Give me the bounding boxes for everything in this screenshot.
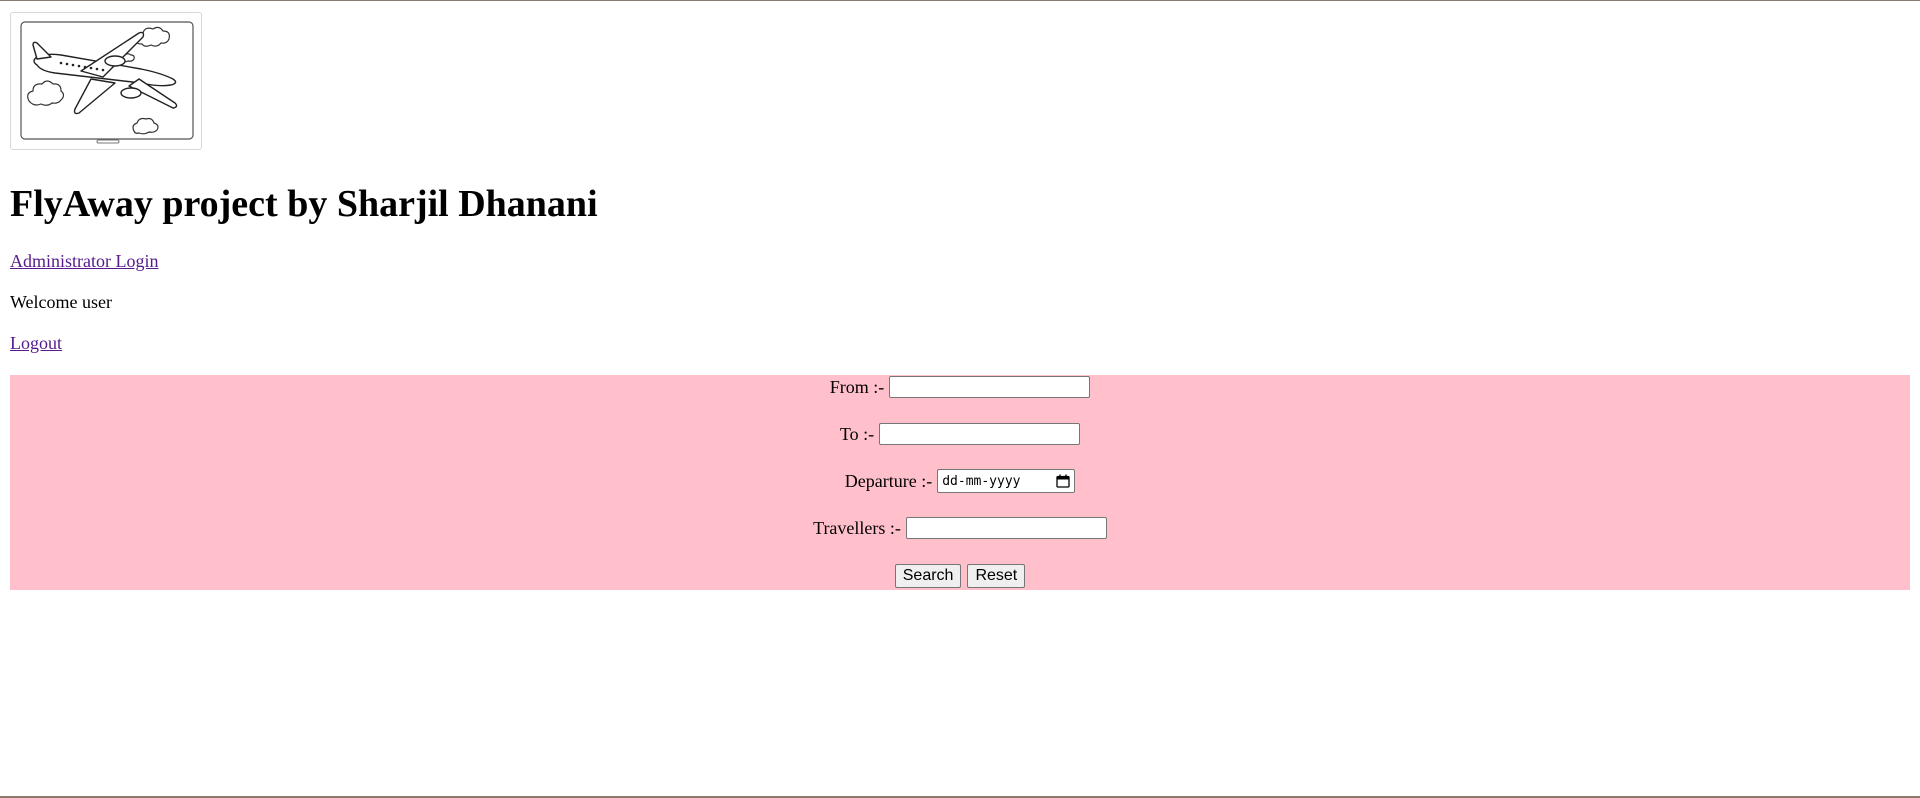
flight-search-form: From :- To :- Departure :- dd-mm-yyyy Tr…: [10, 375, 1910, 590]
reset-button[interactable]: Reset: [967, 564, 1026, 588]
to-label: To :-: [839, 423, 875, 444]
admin-login-link[interactable]: Administrator Login: [10, 250, 1910, 272]
airplane-with-clouds-icon: [20, 21, 194, 144]
from-input[interactable]: [889, 376, 1091, 398]
form-buttons-row: Search Reset: [10, 563, 1910, 589]
departure-label: Departure :-: [844, 470, 933, 491]
logo-frame: [10, 12, 202, 150]
departure-date-placeholder: dd-mm-yyyy: [942, 473, 1021, 489]
calendar-icon[interactable]: [1056, 474, 1070, 488]
from-label: From :-: [829, 376, 885, 397]
search-button[interactable]: Search: [894, 564, 962, 588]
departure-row: Departure :- dd-mm-yyyy: [10, 469, 1910, 493]
from-row: From :-: [10, 375, 1910, 399]
logout-link[interactable]: Logout: [10, 332, 1910, 354]
welcome-text: Welcome user: [10, 292, 113, 312]
departure-date-input[interactable]: dd-mm-yyyy: [937, 469, 1076, 493]
to-input[interactable]: [879, 423, 1081, 445]
to-row: To :-: [10, 422, 1910, 446]
page-title: FlyAway project by Sharjil Dhanani: [10, 183, 598, 225]
page: FlyAway project by Sharjil Dhanani Admin…: [0, 12, 1920, 590]
travellers-input[interactable]: [905, 517, 1107, 539]
travellers-row: Travellers :-: [10, 516, 1910, 540]
travellers-label: Travellers :-: [813, 517, 901, 538]
